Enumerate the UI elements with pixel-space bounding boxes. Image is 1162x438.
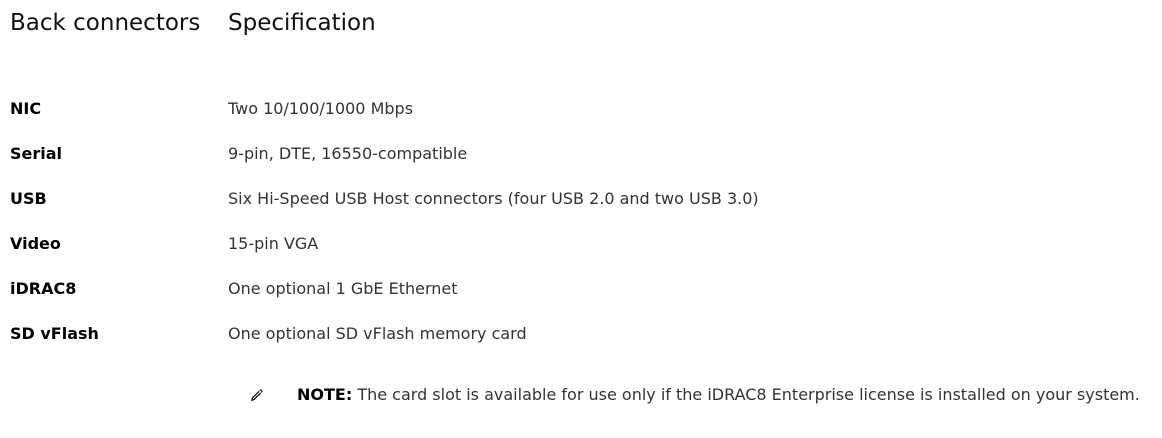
row-label: Serial: [10, 144, 63, 163]
note-text: NOTE: The card slot is available for use…: [297, 382, 1158, 408]
row-value: One optional SD vFlash memory card: [228, 324, 527, 343]
note-body: The card slot is available for use only …: [352, 385, 1140, 404]
table-row: iDRAC8 One optional 1 GbE Ethernet: [0, 277, 1162, 301]
row-label: USB: [10, 189, 47, 208]
row-value: Six Hi-Speed USB Host connectors (four U…: [228, 189, 759, 208]
row-label: SD vFlash: [10, 324, 99, 343]
row-value: One optional 1 GbE Ethernet: [228, 279, 458, 298]
row-label: NIC: [10, 99, 42, 118]
table-row: USB Six Hi-Speed USB Host connectors (fo…: [0, 187, 1162, 211]
row-value: 9-pin, DTE, 16550-compatible: [228, 144, 468, 163]
column-header-back-connectors: Back connectors: [10, 10, 201, 36]
pencil-icon: [251, 389, 263, 401]
table-row: SD vFlash One optional SD vFlash memory …: [0, 322, 1162, 346]
table-row: Serial 9-pin, DTE, 16550-compatible: [0, 142, 1162, 166]
note-label: NOTE:: [297, 385, 353, 404]
row-label: Video: [10, 234, 61, 253]
table-row: NIC Two 10/100/1000 Mbps: [0, 97, 1162, 121]
column-header-specification: Specification: [228, 10, 376, 36]
row-label: iDRAC8: [10, 279, 77, 298]
table-row: Video 15-pin VGA: [0, 232, 1162, 256]
row-value: Two 10/100/1000 Mbps: [228, 99, 414, 118]
row-value: 15-pin VGA: [228, 234, 319, 253]
